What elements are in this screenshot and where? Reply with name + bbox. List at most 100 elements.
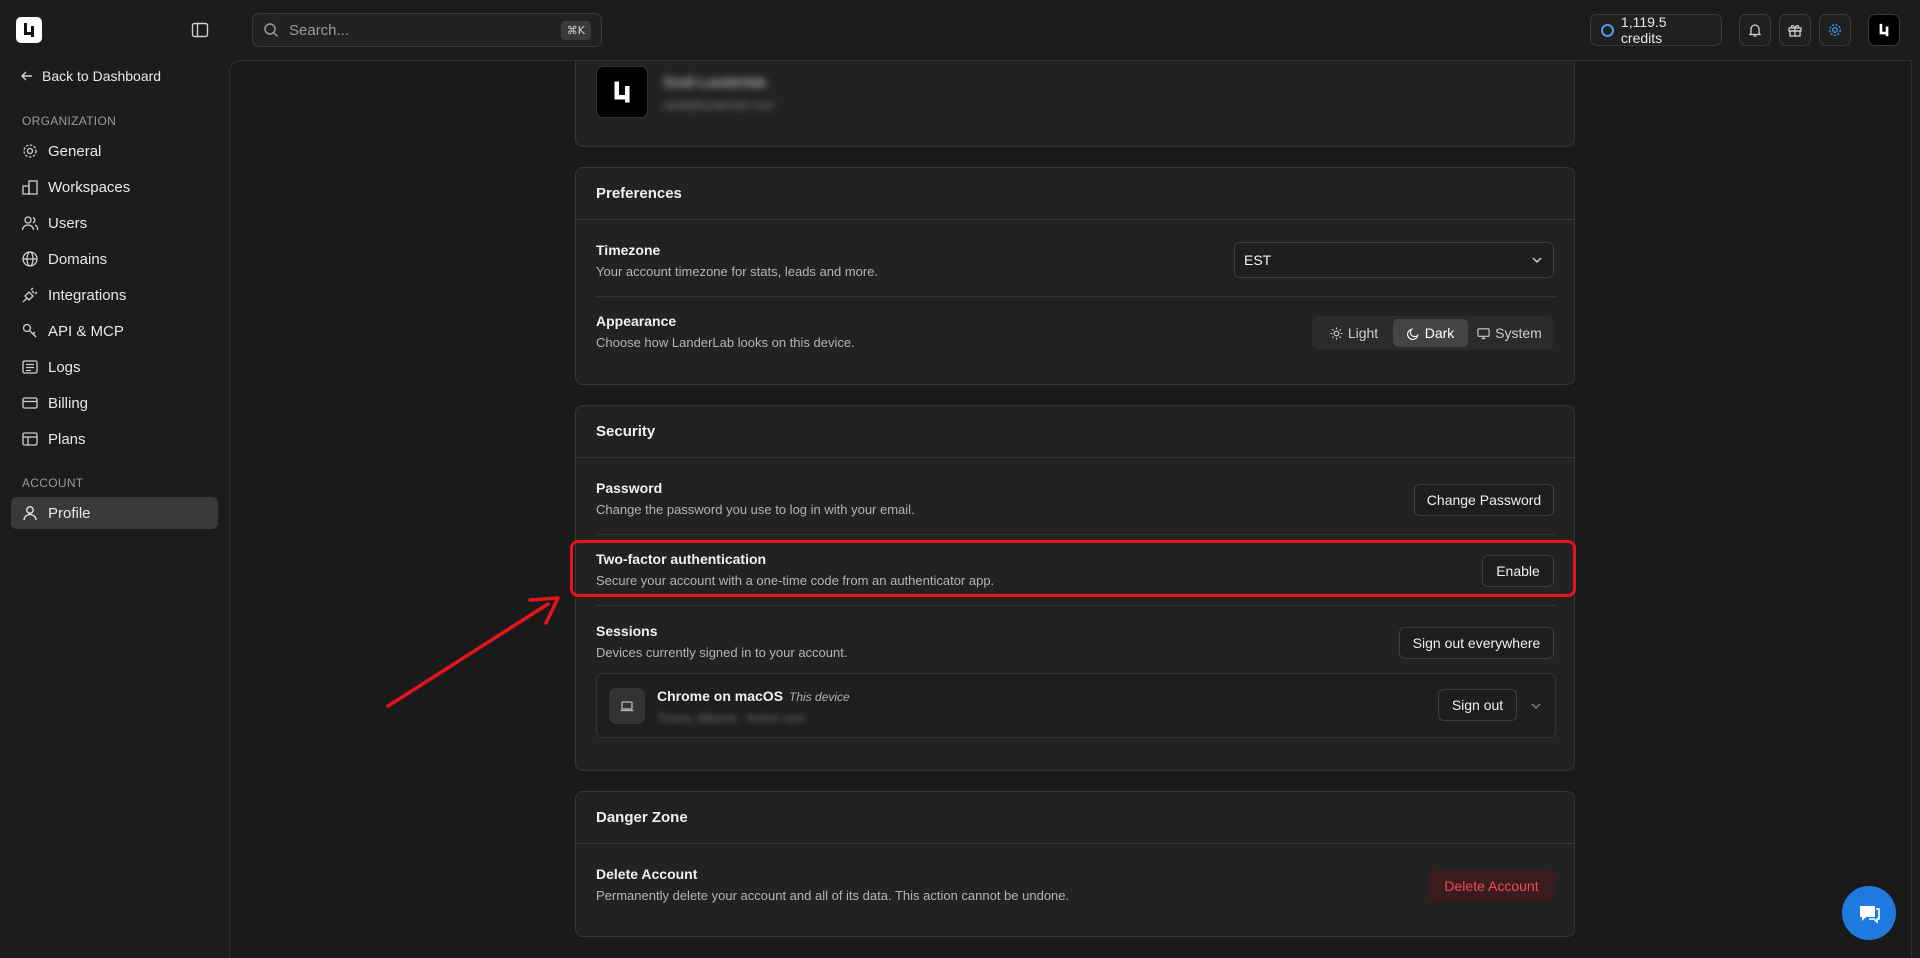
sun-icon (1330, 326, 1348, 340)
settings-panel: Dodi Landerlab dodi@landerlab.com Prefer… (229, 60, 1912, 958)
appearance-toggle: Light Dark System (1312, 316, 1554, 350)
sidebar-item-label: Plans (48, 430, 86, 448)
appearance-system-option[interactable]: System (1468, 319, 1551, 347)
search-placeholder: Search... (289, 21, 350, 39)
danger-zone-title: Danger Zone (576, 792, 1574, 844)
monitor-icon (1477, 327, 1495, 340)
password-row: Password Change the password you use to … (596, 480, 1556, 517)
top-bar: Search... ⌘K 1,119.5 credits (0, 0, 1920, 60)
gear-icon (1827, 22, 1843, 38)
twofa-title: Two-factor authentication (596, 551, 767, 567)
sidebar-item-users[interactable]: Users (11, 207, 218, 239)
appearance-dark-option[interactable]: Dark (1393, 319, 1468, 347)
chat-support-button[interactable] (1842, 886, 1896, 940)
delete-account-desc: Permanently delete your account and all … (596, 888, 1070, 903)
delete-account-row: Delete Account Permanently delete your a… (596, 866, 1556, 903)
sidebar-item-label: Workspaces (48, 178, 131, 196)
credits-label: 1,119.5 credits (1620, 14, 1667, 46)
users-icon (21, 214, 39, 232)
plans-icon (21, 430, 39, 448)
preferences-card: Preferences Timezone Your account timezo… (575, 167, 1575, 385)
user-icon (21, 504, 39, 522)
account-section-label: ACCOUNT (22, 476, 84, 490)
gift-button[interactable] (1779, 14, 1811, 46)
appearance-light-label: Light (1347, 325, 1379, 341)
appearance-light-option[interactable]: Light (1315, 319, 1393, 347)
sidebar-item-label: General (48, 142, 102, 160)
password-title: Password (596, 480, 663, 496)
arrow-left-icon (20, 69, 42, 83)
chevron-down-icon[interactable] (1529, 699, 1543, 713)
sidebar-item-label: Profile (48, 504, 91, 522)
key-icon (21, 322, 39, 340)
divider (596, 296, 1556, 297)
profile-email: dodi@landerlab.com (664, 98, 775, 112)
sidebar-item-label: API & MCP (48, 322, 124, 340)
settings-button[interactable] (1819, 14, 1851, 46)
card-icon (21, 394, 39, 412)
plug-icon (21, 286, 39, 304)
bell-icon (1747, 22, 1763, 38)
twofa-row: Two-factor authentication Secure your ac… (596, 551, 1556, 588)
divider (596, 605, 1556, 606)
appearance-dark-label: Dark (1424, 325, 1455, 341)
sidebar-item-label: Billing (48, 394, 89, 412)
moon-icon (1406, 327, 1425, 340)
notifications-button[interactable] (1739, 14, 1771, 46)
sidebar-item-workspaces[interactable]: Workspaces (11, 171, 218, 203)
sidebar-item-billing[interactable]: Billing (11, 387, 218, 419)
credits-ring-icon (1601, 23, 1614, 37)
session-device: Chrome on macOS (657, 688, 784, 704)
organization-section-label: ORGANIZATION (22, 114, 117, 128)
preferences-title: Preferences (576, 168, 1574, 220)
change-password-button[interactable]: Change Password (1414, 484, 1554, 516)
sidebar-item-integrations[interactable]: Integrations (11, 279, 218, 311)
gear-icon (21, 142, 39, 160)
twofa-desc: Secure your account with a one-time code… (596, 573, 995, 588)
sign-out-button[interactable]: Sign out (1438, 689, 1517, 721)
security-title: Security (576, 406, 1574, 458)
sidebar-item-label: Domains (48, 250, 108, 268)
sidebar-toggle-icon[interactable] (191, 21, 209, 39)
password-desc: Change the password you use to log in wi… (596, 502, 915, 517)
sidebar-item-api-mcp[interactable]: API & MCP (11, 315, 218, 347)
profile-name: Dodi Landerlab (664, 74, 766, 90)
chevron-down-icon (1530, 253, 1544, 267)
chat-icon (1855, 899, 1883, 927)
appearance-system-label: System (1495, 325, 1542, 341)
search-icon (263, 22, 279, 38)
avatar[interactable] (1868, 14, 1900, 46)
sidebar-item-general[interactable]: General (11, 135, 218, 167)
sidebar-item-label: Integrations (48, 286, 127, 304)
laptop-icon (609, 688, 645, 724)
delete-account-title: Delete Account (596, 866, 698, 882)
session-tag: This device (789, 690, 850, 704)
sidebar-item-label: Logs (48, 358, 81, 376)
search-input[interactable]: Search... ⌘K (252, 13, 602, 47)
workspaces-icon (21, 178, 39, 196)
globe-icon (21, 250, 39, 268)
delete-account-button[interactable]: Delete Account (1429, 870, 1554, 902)
sidebar-item-logs[interactable]: Logs (11, 351, 218, 383)
sidebar-item-profile[interactable]: Profile (11, 497, 218, 529)
session-item: Chrome on macOS This device Tirana, Alban… (596, 673, 1556, 738)
app-logo[interactable] (16, 17, 42, 43)
timezone-value: EST (1244, 252, 1272, 268)
back-label: Back to Dashboard (42, 68, 162, 84)
session-meta: Tirana, Albania · Active now (657, 711, 805, 725)
sign-out-everywhere-button[interactable]: Sign out everywhere (1399, 627, 1554, 659)
logs-icon (21, 358, 39, 376)
profile-avatar[interactable] (596, 66, 648, 118)
back-to-dashboard-link[interactable]: Back to Dashboard (20, 68, 161, 84)
sidebar-item-domains[interactable]: Domains (11, 243, 218, 275)
sidebar-item-label: Users (48, 214, 88, 232)
sidebar-item-plans[interactable]: Plans (11, 423, 218, 455)
timezone-select[interactable]: EST (1234, 242, 1554, 278)
profile-card: Dodi Landerlab dodi@landerlab.com (575, 61, 1575, 147)
enable-2fa-button[interactable]: Enable (1482, 555, 1554, 587)
search-shortcut: ⌘K (560, 20, 591, 40)
credits-badge[interactable]: 1,119.5 credits (1590, 14, 1722, 46)
security-card: Security Password Change the password yo… (575, 405, 1575, 771)
session-name: Chrome on macOS This device (657, 688, 850, 704)
danger-zone-card: Danger Zone Delete Account Permanently d… (575, 791, 1575, 937)
